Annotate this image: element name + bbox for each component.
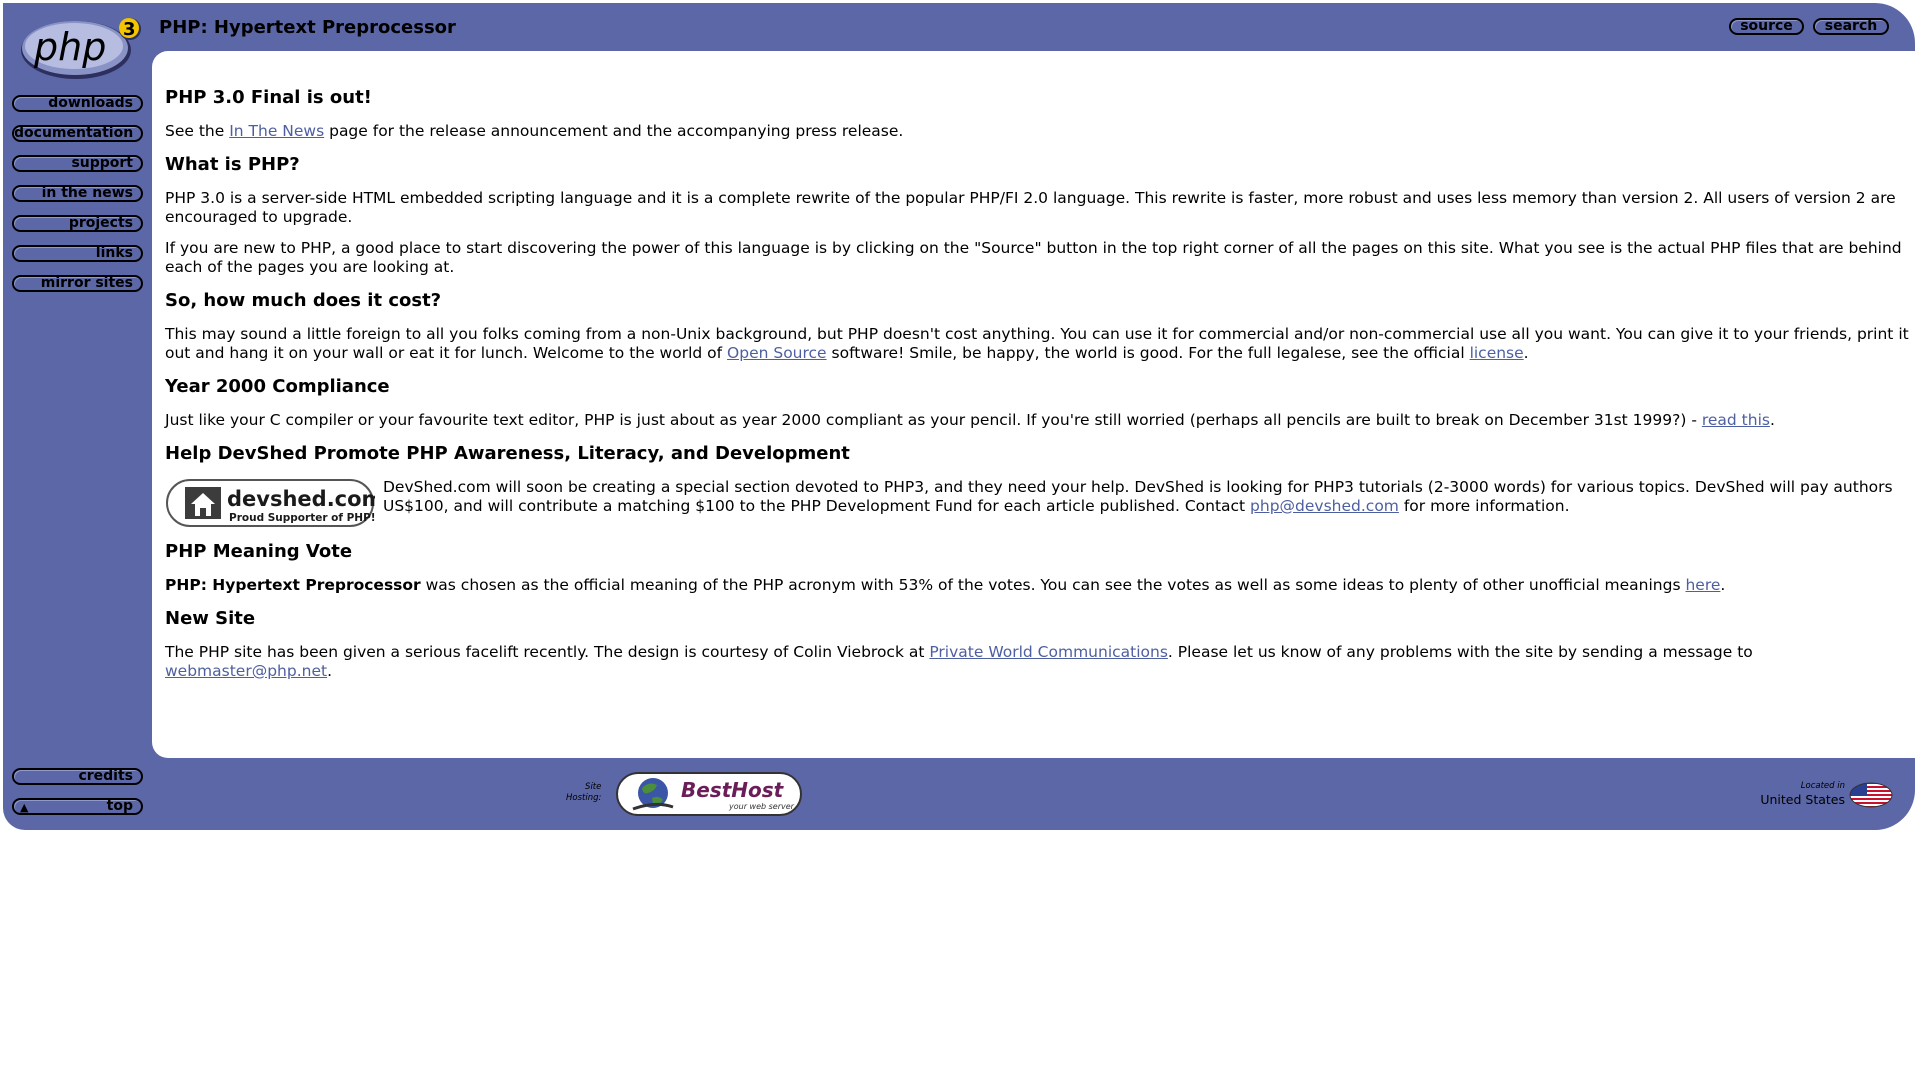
paragraph-y2k: Just like your C compiler or your favour…: [165, 411, 1910, 430]
page-title: PHP: Hypertext Preprocessor: [159, 17, 456, 38]
text: .: [327, 662, 333, 680]
paragraph-what-is-php-1: PHP 3.0 is a server-side HTML embedded s…: [165, 189, 1896, 226]
paragraph-what-is-php-2: If you are new to PHP, a good place to s…: [165, 239, 1902, 276]
text: .: [1523, 344, 1529, 362]
sidebar-item-projects[interactable]: projects: [12, 215, 143, 232]
paragraph-meaning-vote: PHP: Hypertext Preprocessor was chosen a…: [165, 576, 1910, 595]
here-link[interactable]: here: [1685, 576, 1720, 594]
text: Just like your C compiler or your favour…: [165, 411, 1702, 429]
devshed-tagline: Proud Supporter of PHP!: [229, 512, 375, 524]
text: . Please let us know of any problems wit…: [1167, 643, 1753, 661]
top-button[interactable]: ▲ top: [12, 798, 143, 815]
license-link[interactable]: license: [1470, 344, 1524, 362]
paragraph-cost: This may sound a little foreign to all y…: [165, 325, 1910, 363]
text: .: [1720, 576, 1726, 594]
credits-button[interactable]: credits: [12, 768, 143, 785]
search-button[interactable]: search: [1813, 18, 1889, 35]
heading-what-is-php: What is PHP?: [165, 154, 300, 175]
hosting-label-line2: Hosting:: [566, 793, 602, 803]
sidebar-item-in-the-news[interactable]: in the news: [12, 185, 143, 202]
heading-final-out: PHP 3.0 Final is out!: [165, 87, 372, 108]
text: page for the release announcement and th…: [324, 122, 904, 140]
located-in-label: Located in: [1800, 781, 1845, 791]
site-hosting-label: Site Hosting:: [566, 782, 601, 804]
up-arrow-icon: ▲: [20, 801, 29, 814]
heading-meaning-vote: PHP Meaning Vote: [165, 541, 353, 562]
sidebar-item-mirror-sites[interactable]: mirror sites: [12, 275, 143, 292]
heading-cost: So, how much does it cost?: [165, 290, 442, 311]
sidebar-item-links[interactable]: links: [12, 245, 143, 262]
text: for more information.: [1398, 497, 1570, 515]
devshed-block: devshed.com Proud Supporter of PHP! DevS…: [165, 478, 1910, 528]
in-the-news-link[interactable]: In The News: [229, 122, 324, 140]
logo-text: php: [33, 25, 106, 69]
php3-logo[interactable]: php 3: [18, 16, 146, 80]
private-world-link[interactable]: Private World Communications: [929, 643, 1168, 661]
hosting-label-line1: Site: [585, 782, 602, 792]
webmaster-email-link[interactable]: webmaster@php.net: [165, 662, 327, 680]
text: The PHP site has been given a serious fa…: [165, 643, 930, 661]
heading-y2k: Year 2000 Compliance: [165, 376, 390, 397]
devshed-email-link[interactable]: php@devshed.com: [1250, 497, 1399, 515]
heading-new-site: New Site: [165, 608, 256, 629]
besthost-name: BestHost: [681, 778, 785, 802]
sidebar-item-downloads[interactable]: downloads: [12, 95, 143, 112]
text: See the: [165, 122, 230, 140]
besthost-tagline: your web server: [728, 802, 795, 811]
logo-version: 3: [123, 19, 136, 40]
heading-devshed: Help DevShed Promote PHP Awareness, Lite…: [165, 443, 850, 464]
located-country: United States: [1760, 792, 1845, 807]
besthost-logo[interactable]: BestHost your web server: [615, 771, 803, 817]
source-button[interactable]: source: [1729, 18, 1804, 35]
text: .: [1769, 411, 1775, 429]
paragraph-new-site: The PHP site has been given a serious fa…: [165, 643, 1910, 681]
bold-text: PHP: Hypertext Preprocessor: [165, 576, 421, 594]
read-this-link[interactable]: read this: [1702, 411, 1770, 429]
paragraph-final-out: See the In The News page for the release…: [165, 122, 1910, 141]
text: was chosen as the official meaning of th…: [420, 576, 1686, 594]
devshed-logo[interactable]: devshed.com Proud Supporter of PHP!: [165, 478, 375, 528]
text: DevShed.com will soon be creating a spec…: [383, 478, 1893, 515]
sidebar-item-documentation[interactable]: documentation: [12, 125, 143, 142]
us-flag-icon: [1849, 782, 1893, 808]
main-content: PHP 3.0 Final is out! See the In The New…: [165, 86, 1910, 693]
open-source-link[interactable]: Open Source: [727, 344, 827, 362]
sidebar-item-support[interactable]: support: [12, 155, 143, 172]
top-label: top: [106, 798, 133, 814]
paragraph-devshed: DevShed.com will soon be creating a spec…: [383, 478, 1910, 516]
devshed-name: devshed.com: [227, 487, 375, 511]
text: software! Smile, be happy, the world is …: [826, 344, 1470, 362]
